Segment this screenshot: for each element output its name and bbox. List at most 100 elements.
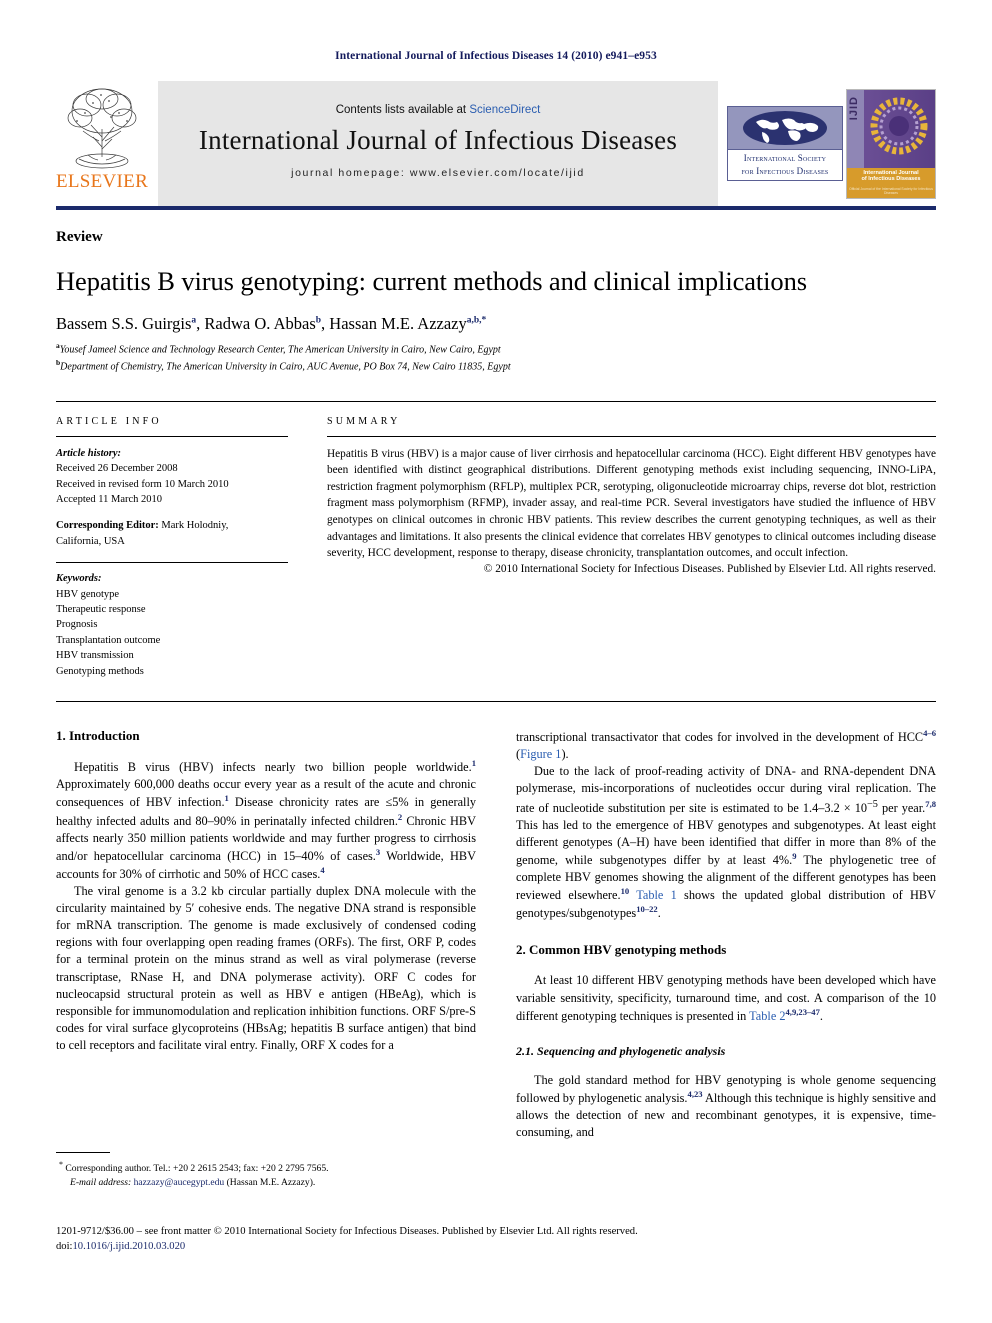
keyword-item: HBV transmission <box>56 650 134 662</box>
elsevier-tree-icon <box>67 88 137 169</box>
article-history: Article history: Received 26 December 20… <box>56 446 288 508</box>
citation-ref[interactable]: 4 <box>320 865 324 875</box>
author-name: Bassem S.S. Guirgis <box>56 314 192 334</box>
affiliation-text: Yousef Jameel Science and Technology Res… <box>59 344 501 356</box>
corresponding-editor-name: Mark Holodniy, <box>158 520 229 532</box>
sciencedirect-link[interactable]: ScienceDirect <box>469 104 540 116</box>
paragraph: transcriptional transactivator that code… <box>516 728 936 763</box>
page-footer: 1201-9712/$36.00 – see front matter © 20… <box>56 1224 936 1255</box>
globe-glyph <box>743 111 827 146</box>
citation-ref[interactable]: 4,9,23–47 <box>786 1007 820 1017</box>
globe-icon <box>728 107 842 151</box>
author-name: Radwa O. Abbas <box>204 314 316 334</box>
contents-prefix: Contents lists available at <box>335 103 470 116</box>
citation-ref[interactable]: 4,23 <box>688 1089 703 1099</box>
paragraph: Due to the lack of proof-reading activit… <box>516 763 936 922</box>
paragraph: The gold standard method for HBV genotyp… <box>516 1072 936 1141</box>
cover-title-line-2: of Infectious Diseases <box>861 176 921 183</box>
text-run: Corresponding author. Tel.: +20 2 2615 2… <box>63 1163 329 1175</box>
cover-virus-illustration <box>870 97 928 154</box>
citation-ref[interactable]: 1 <box>472 758 476 768</box>
keyword-item: Therapeutic response <box>56 604 146 616</box>
article-history-label: Article history: <box>56 447 122 459</box>
corresponding-editor-location: California, USA <box>56 535 125 547</box>
article-type: Review <box>56 229 103 245</box>
doi-link[interactable]: 10.1016/j.ijid.2010.03.020 <box>72 1241 185 1252</box>
keyword-item: Transplantation outcome <box>56 634 161 646</box>
journal-masthead: ELSEVIER Contents lists available at Sci… <box>56 81 936 210</box>
isid-line-1: International Society <box>743 153 827 164</box>
divider <box>56 562 288 564</box>
elsevier-wordmark: ELSEVIER <box>55 171 149 192</box>
section-heading-introduction: 1. Introduction <box>56 728 140 744</box>
citation-ref[interactable]: 4–6 <box>923 728 936 738</box>
corresponding-author-footnote: * Corresponding author. Tel.: +20 2 2615… <box>56 1152 471 1190</box>
keywords-block: Keywords: HBV genotype Therapeutic respo… <box>56 571 288 679</box>
journal-cover-thumbnail: IJID International Journal of Infectious… <box>844 81 936 206</box>
citation-ref[interactable]: 10 <box>621 886 630 896</box>
affiliation-line: aYousef Jameel Science and Technology Re… <box>56 341 936 358</box>
subsection-heading-sequencing: 2.1. Sequencing and phylogenetic analysi… <box>516 1043 726 1058</box>
divider <box>56 1152 110 1153</box>
paragraph: Hepatitis B virus (HBV) infects nearly t… <box>56 758 476 883</box>
corresponding-editor-line: Corresponding Editor: Mark Holodniy, <box>56 518 288 533</box>
history-item: Received 26 December 2008 <box>56 463 178 475</box>
paragraph: At least 10 different HBV genotyping met… <box>516 972 936 1024</box>
cover-title-line-1: International Journal <box>863 169 919 176</box>
copyright-line: © 2010 International Society for Infecti… <box>483 562 936 575</box>
email-label: E-mail address: <box>70 1177 132 1189</box>
corresponding-editor: Corresponding Editor: Mark Holodniy, Cal… <box>56 518 288 549</box>
sciencedirect-banner: Contents lists available at ScienceDirec… <box>158 81 718 206</box>
cover-title: International Journal of Infectious Dise… <box>847 170 935 184</box>
article-info-column: Article Info Article history: Received 2… <box>56 402 314 679</box>
footnote-line-2: E-mail address: hazzazy@aucegypt.edu (Ha… <box>56 1176 471 1190</box>
journal-title: International Journal of Infectious Dise… <box>198 124 678 155</box>
body-column-right: transcriptional transactivator that code… <box>516 728 936 1141</box>
history-item: Received in revised form 10 March 2010 <box>56 478 229 490</box>
table-link[interactable]: Table 1 <box>636 888 677 902</box>
corresponding-editor-label: Corresponding Editor: <box>56 520 159 532</box>
email-link[interactable]: hazzazy@aucegypt.edu <box>134 1177 225 1188</box>
text-run: At least 10 different HBV genotyping met… <box>516 973 936 1023</box>
history-item: Accepted 11 March 2010 <box>56 493 163 505</box>
citation-ref[interactable]: 10–22 <box>636 904 657 914</box>
page-title: Hepatitis B virus genotyping: current me… <box>56 266 807 296</box>
body-column-left: 1. Introduction Hepatitis B virus (HBV) … <box>56 728 476 1141</box>
figure-link[interactable]: Figure 1 <box>520 747 561 761</box>
citation-ref[interactable]: 7,8 <box>925 799 936 809</box>
divider <box>56 435 288 437</box>
keyword-item: Prognosis <box>56 619 98 631</box>
isid-name: International Society for Infectious Dis… <box>728 150 842 179</box>
section-heading-methods: 2. Common HBV genotyping methods <box>516 942 727 958</box>
exponent: −5 <box>867 798 878 810</box>
article-info-summary-block: Article Info Article history: Received 2… <box>56 400 936 679</box>
text-run: . <box>657 906 661 921</box>
footnote-line-1: * Corresponding author. Tel.: +20 2 2615… <box>56 1159 471 1176</box>
front-matter-line: 1201-9712/$36.00 – see front matter © 20… <box>56 1226 638 1237</box>
journal-homepage-link[interactable]: journal homepage: www.elsevier.com/locat… <box>291 167 585 179</box>
keyword-item: Genotyping methods <box>56 665 144 677</box>
author-name: Hassan M.E. Azzazy <box>329 314 467 334</box>
text-run: per year. <box>877 800 926 815</box>
elsevier-logo: ELSEVIER <box>56 81 148 206</box>
isid-line-2: for Infectious Diseases <box>741 165 829 176</box>
contents-available-line: Contents lists available at ScienceDirec… <box>336 104 541 116</box>
text-run: (Hassan M.E. Azzazy). <box>224 1177 316 1189</box>
isid-logo: International Society for Infectious Dis… <box>726 81 844 206</box>
text-run: transcriptional transactivator that code… <box>516 730 924 745</box>
keywords-label: Keywords: <box>56 573 102 585</box>
affiliation-line: bDepartment of Chemistry, The American U… <box>56 358 936 375</box>
text-run: Hepatitis B virus (HBV) infects nearly t… <box>74 760 472 775</box>
affiliation-text: Department of Chemistry, The American Un… <box>60 361 511 373</box>
table-link[interactable]: Table 2 <box>749 1009 785 1023</box>
cover-subtitle: Official Journal of the International So… <box>849 187 933 196</box>
author-list: Bassem S.S. Guirgisa, Radwa O. Abbasb, H… <box>56 314 936 334</box>
author-affil-marker: a,b,* <box>466 315 487 326</box>
summary-heading: Summary <box>327 415 401 427</box>
text-run: . <box>819 1008 823 1023</box>
article-body: 1. Introduction Hepatitis B virus (HBV) … <box>56 701 936 1141</box>
running-head: International Journal of Infectious Dise… <box>335 50 657 62</box>
abstract-text: Hepatitis B virus (HBV) is a major cause… <box>327 447 936 560</box>
keyword-item: HBV genotype <box>56 588 120 600</box>
article-page: International Journal of Infectious Dise… <box>0 0 992 1323</box>
